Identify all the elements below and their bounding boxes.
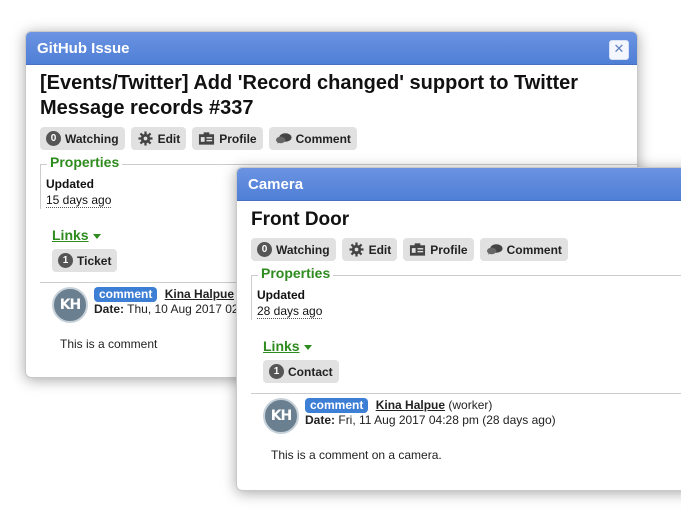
close-icon[interactable]: ✕ <box>609 40 629 60</box>
camera-toolbar: 0 Watching Edit Profile Comment <box>251 238 681 261</box>
updated-value: 28 days ago <box>257 304 323 319</box>
camera-window-titlebar[interactable]: Camera <box>237 168 681 201</box>
avatar[interactable]: KH <box>52 287 88 323</box>
comment-bubble-icon <box>486 244 503 255</box>
profile-card-icon <box>410 243 426 256</box>
comment-label: Comment <box>506 242 562 257</box>
edit-label: Edit <box>368 242 392 257</box>
profile-button[interactable]: Profile <box>403 238 474 261</box>
comment-author-link[interactable]: Kina Halpue <box>165 287 234 301</box>
issue-window-title: GitHub Issue <box>37 39 130 57</box>
issue-window-titlebar[interactable]: GitHub Issue ✕ <box>26 32 637 65</box>
contact-link-button[interactable]: 1 Contact <box>263 360 339 383</box>
avatar[interactable]: KH <box>263 398 299 434</box>
camera-window-title: Camera <box>248 175 304 193</box>
comment-tag[interactable]: comment <box>94 287 158 302</box>
links-label: Links <box>263 338 300 354</box>
gear-icon <box>138 131 153 146</box>
watching-button[interactable]: 0 Watching <box>40 127 125 150</box>
comment-item: KH comment Kina Halpue (worker) Date: Fr… <box>263 398 681 434</box>
edit-button[interactable]: Edit <box>130 127 187 150</box>
watching-count-badge: 0 <box>46 131 61 146</box>
links-dropdown[interactable]: Links <box>263 338 681 354</box>
comment-label: Comment <box>295 131 351 146</box>
caret-down-icon <box>303 344 312 350</box>
comment-text: This is a comment on a camera. <box>271 448 442 462</box>
comment-date-value: Fri, 11 Aug 2017 04:28 pm (28 days ago) <box>338 413 556 427</box>
properties-legend: Properties <box>47 154 123 170</box>
contact-label: Contact <box>288 364 333 379</box>
updated-label: Updated <box>257 288 305 302</box>
caret-down-icon <box>92 233 101 239</box>
watching-button[interactable]: 0 Watching <box>251 238 336 261</box>
comment-date-label: Date: <box>94 302 125 316</box>
comment-author-link[interactable]: Kina Halpue <box>376 398 445 412</box>
comment-date-label: Date: <box>305 413 336 427</box>
contact-count-badge: 1 <box>269 364 284 379</box>
profile-card-icon <box>199 132 215 145</box>
comment-divider <box>251 393 681 394</box>
comment-button[interactable]: Comment <box>479 238 568 261</box>
ticket-count-badge: 1 <box>58 253 73 268</box>
properties-legend: Properties <box>258 265 334 281</box>
camera-heading: Front Door <box>251 209 350 230</box>
comment-author-role: (worker) <box>448 398 493 412</box>
watching-count-badge: 0 <box>257 242 272 257</box>
watching-label: Watching <box>276 242 330 257</box>
issue-toolbar: 0 Watching Edit Profile Comment <box>40 127 623 150</box>
comment-date-value: Thu, 10 Aug 2017 02 <box>127 302 239 316</box>
comment-button[interactable]: Comment <box>268 127 357 150</box>
profile-label: Profile <box>219 131 257 146</box>
camera-window: Camera Front Door 0 Watching Edit Profil… <box>236 167 681 491</box>
comment-bubble-icon <box>275 133 292 144</box>
ticket-label: Ticket <box>77 253 112 268</box>
updated-value: 15 days ago <box>46 193 112 208</box>
comment-tag[interactable]: comment <box>305 398 369 413</box>
issue-heading: [Events/Twitter] Add 'Record changed' su… <box>40 72 579 119</box>
profile-label: Profile <box>430 242 468 257</box>
profile-button[interactable]: Profile <box>192 127 263 150</box>
gear-icon <box>349 242 364 257</box>
edit-button[interactable]: Edit <box>341 238 398 261</box>
watching-label: Watching <box>65 131 119 146</box>
ticket-link-button[interactable]: 1 Ticket <box>52 249 118 272</box>
links-label: Links <box>52 227 89 243</box>
properties-fieldset: Properties Updated 28 days ago <box>251 265 681 320</box>
edit-label: Edit <box>157 131 181 146</box>
